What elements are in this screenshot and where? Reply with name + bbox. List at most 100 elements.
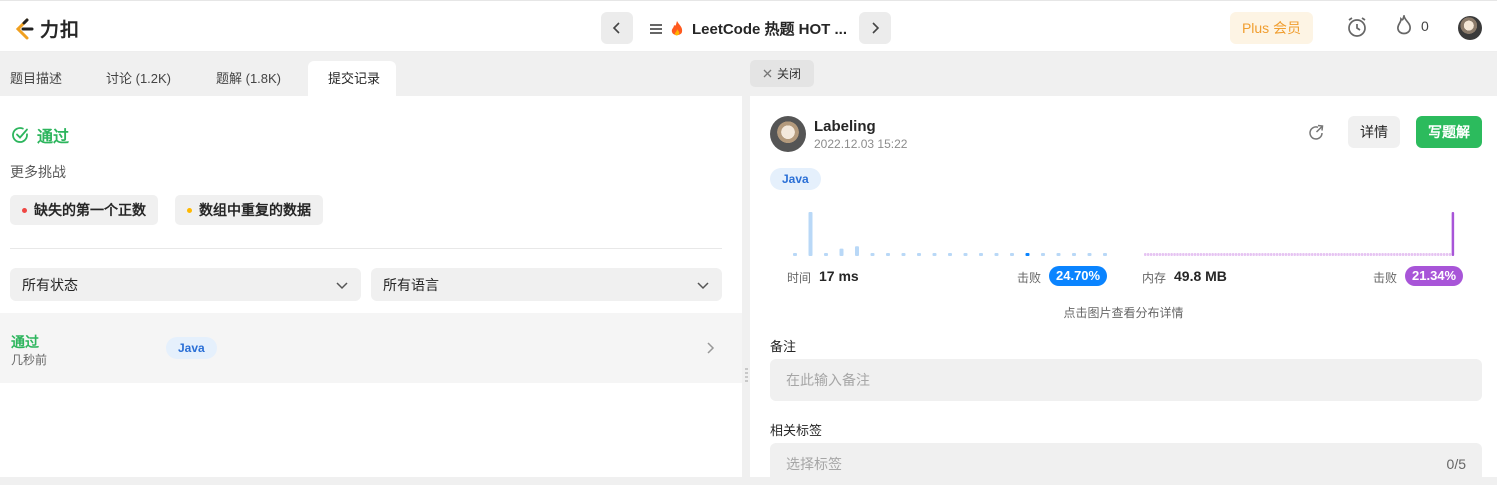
memory-bar xyxy=(1211,253,1214,256)
note-input[interactable]: 在此输入备注 xyxy=(770,359,1482,401)
submission-status: 通过 xyxy=(11,334,39,350)
runtime-bar xyxy=(793,253,797,256)
memory-bar xyxy=(1272,253,1276,256)
memory-bar xyxy=(1246,253,1250,256)
runtime-beat-label: 击败 xyxy=(1017,271,1042,285)
memory-bar xyxy=(1407,253,1411,256)
streak-counter[interactable]: 0 xyxy=(1395,15,1429,37)
prev-problem-button[interactable] xyxy=(601,12,633,44)
memory-bar xyxy=(1401,253,1405,256)
top-navbar: 力扣 LeetCode 热题 HOT ... Plus 会员 0 xyxy=(0,0,1497,52)
chevron-right-icon xyxy=(707,342,715,354)
challenge-chip[interactable]: 缺失的第一个正数 xyxy=(10,195,158,225)
memory-bar xyxy=(1343,253,1346,256)
memory-bar xyxy=(1193,253,1197,256)
fire-icon xyxy=(671,20,683,35)
tab-description[interactable]: 题目描述 xyxy=(0,61,96,96)
memory-bar xyxy=(1372,253,1376,256)
challenge-chip[interactable]: 数组中重复的数据 xyxy=(175,195,323,225)
next-problem-button[interactable] xyxy=(859,12,891,44)
memory-bar xyxy=(1155,253,1159,256)
logo-text: 力扣 xyxy=(40,20,81,41)
tab-discussion[interactable]: 讨论 (1.2K) xyxy=(96,61,206,96)
memory-bar xyxy=(1305,253,1308,256)
runtime-bar xyxy=(839,248,844,256)
chart-hint: 点击图片查看分布详情 xyxy=(1063,306,1184,320)
details-button[interactable]: 详情 xyxy=(1348,116,1400,148)
streak-count: 0 xyxy=(1421,18,1429,34)
distribution-chart[interactable] xyxy=(750,206,1497,266)
user-name[interactable]: Labeling xyxy=(814,118,876,135)
list-icon xyxy=(650,23,662,34)
note-label: 备注 xyxy=(770,339,797,354)
memory-bar xyxy=(1419,253,1422,256)
user-avatar[interactable] xyxy=(770,116,806,152)
memory-bar xyxy=(1237,253,1241,256)
share-icon[interactable] xyxy=(1307,124,1325,142)
chevron-down-icon xyxy=(336,281,348,289)
check-circle-icon xyxy=(12,127,28,143)
problem-list-title[interactable]: LeetCode 热题 HOT ... xyxy=(650,18,847,39)
memory-bar xyxy=(1287,253,1291,256)
runtime-bar xyxy=(886,253,890,256)
memory-bar xyxy=(1208,253,1211,256)
panel-resize-handle[interactable] xyxy=(745,368,748,384)
status-filter-select[interactable]: 所有状态 xyxy=(10,268,361,301)
memory-bar xyxy=(1293,253,1296,256)
memory-bar xyxy=(1387,253,1390,256)
memory-bar xyxy=(1311,253,1314,256)
memory-bar xyxy=(1167,253,1170,256)
chevron-right-icon xyxy=(872,22,880,34)
avatar[interactable] xyxy=(1458,16,1482,40)
tags-count: 0/5 xyxy=(1446,456,1466,472)
status-filter-value: 所有状态 xyxy=(22,276,78,293)
runtime-bar xyxy=(1072,253,1076,256)
memory-bar xyxy=(1296,253,1299,256)
tab-solutions[interactable]: 题解 (1.8K) xyxy=(206,61,308,96)
memory-bar xyxy=(1220,253,1223,256)
memory-bar xyxy=(1170,253,1173,256)
alarm-clock-icon[interactable] xyxy=(1345,15,1369,39)
tags-select[interactable]: 选择标签 0/5 xyxy=(770,443,1482,485)
submission-date: 2022.12.03 15:22 xyxy=(814,137,908,151)
memory-bar xyxy=(1369,253,1373,256)
memory-bar xyxy=(1226,253,1229,256)
memory-bar xyxy=(1319,253,1323,256)
close-button[interactable]: 关闭 xyxy=(750,60,814,87)
runtime-bar xyxy=(1056,253,1061,256)
memory-bar xyxy=(1448,253,1452,256)
memory-bar xyxy=(1152,253,1156,256)
memory-value: 49.8 MB xyxy=(1174,268,1227,284)
memory-bar xyxy=(1434,253,1437,256)
language-filter-select[interactable]: 所有语言 xyxy=(371,268,722,301)
memory-bar xyxy=(1258,253,1261,256)
runtime-bar xyxy=(917,253,921,256)
memory-bar xyxy=(1431,253,1434,256)
memory-bar xyxy=(1313,253,1317,256)
memory-bar xyxy=(1158,253,1162,256)
memory-bar xyxy=(1217,253,1220,256)
memory-bar xyxy=(1255,253,1258,256)
memory-bar xyxy=(1413,253,1417,256)
memory-bar xyxy=(1439,253,1443,256)
tab-bar: 题目描述 讨论 (1.2K) 题解 (1.8K) 提交记录 xyxy=(0,61,742,96)
tab-submissions[interactable]: 提交记录 xyxy=(308,61,396,96)
memory-bar xyxy=(1404,253,1408,256)
more-challenges-label: 更多挑战 xyxy=(10,164,66,180)
runtime-bar xyxy=(1087,253,1092,256)
memory-bar xyxy=(1390,253,1393,256)
language-badge: Java xyxy=(166,337,217,359)
memory-bar xyxy=(1375,253,1378,256)
memory-bar xyxy=(1425,253,1428,256)
leetcode-logo-icon xyxy=(15,18,34,39)
memory-bar xyxy=(1234,253,1238,256)
runtime-bar xyxy=(1025,253,1030,256)
memory-bar xyxy=(1173,253,1176,256)
submission-row[interactable]: 通过 几秒前 Java xyxy=(0,313,742,383)
logo[interactable]: 力扣 xyxy=(12,15,80,42)
memory-bar xyxy=(1299,253,1302,256)
plus-member-button[interactable]: Plus 会员 xyxy=(1230,12,1313,44)
runtime-bar xyxy=(824,253,828,256)
memory-bar xyxy=(1346,253,1349,256)
write-solution-button[interactable]: 写题解 xyxy=(1416,116,1482,148)
